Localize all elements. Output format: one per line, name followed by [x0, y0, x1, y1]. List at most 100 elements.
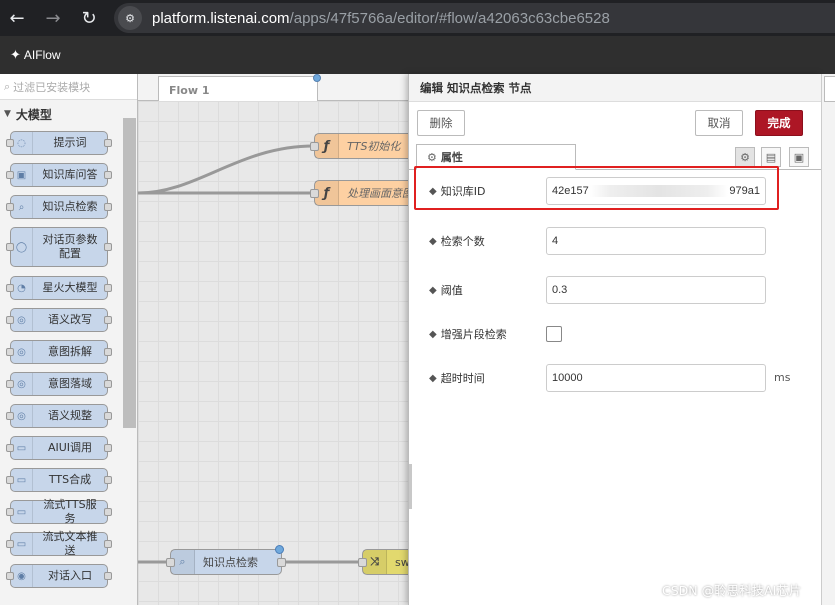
node-switch[interactable]: ⤨ sw [358, 549, 408, 575]
input-port [6, 316, 14, 324]
edit-tray: 编辑 知识点检索 节点 删除 取消 完成 ⚙ 属性 ⚙ ▤ ▣ ◆ 知识库ID 4… [408, 74, 821, 605]
palette-node-label: 语义改写 [48, 313, 92, 326]
wire-layer [138, 144, 360, 564]
normalize-icon: ◎ [11, 405, 33, 427]
palette-node[interactable]: ◎ 语义改写 [6, 308, 112, 332]
settings-tab-button[interactable]: ⚙ [735, 147, 755, 167]
output-port [104, 508, 112, 516]
gear-icon: ⚙ [427, 150, 437, 164]
node-palette: ⌕ 过滤已安装模块 ▼ 大模型 ◌ 提示词 ▣ 知识库问答 ⌕ 知识点检索 ◯ 对话页参数配置… [0, 74, 138, 605]
input-port[interactable] [310, 189, 319, 198]
workspace-tabbar: Flow 1 [138, 74, 408, 102]
palette-node[interactable]: ▭ TTS合成 [6, 468, 112, 492]
input-port [6, 572, 14, 580]
form-row-timeout: ◆ 超时时间 10000 ms [409, 364, 822, 392]
reload-icon[interactable]: ↻ [74, 3, 104, 33]
palette-node[interactable]: ◯ 对话页参数配置 [6, 227, 112, 267]
input-port [6, 203, 14, 211]
tab-flow-1[interactable]: Flow 1 [158, 74, 321, 102]
count-label: ◆ 检索个数 [429, 235, 485, 248]
palette-node[interactable]: ▭ AIUI调用 [6, 436, 112, 460]
tag-icon: ◆ [429, 235, 437, 247]
tag-icon: ◆ [429, 328, 437, 340]
form-row-threshold: ◆ 阈值 0.3 [409, 276, 822, 304]
intent-domain-icon: ◎ [11, 373, 33, 395]
sidebar-tab[interactable] [824, 76, 835, 102]
palette-node-label: 语义规整 [48, 409, 92, 422]
output-port [104, 476, 112, 484]
gear-icon: ⚙ [740, 150, 750, 164]
forward-icon[interactable]: → [38, 3, 68, 33]
output-port [104, 540, 112, 548]
palette-node[interactable]: ▣ 知识库问答 [6, 163, 112, 187]
palette-node[interactable]: ◎ 意图拆解 [6, 340, 112, 364]
palette-node[interactable]: ▭ 流式文本推送 [6, 530, 112, 557]
palette-search-input[interactable]: ⌕ 过滤已安装模块 [0, 74, 137, 100]
palette-node[interactable]: ◌ 提示词 [6, 131, 112, 155]
node-process-intent[interactable]: ƒ 处理画面意图 [310, 180, 408, 206]
search-icon: ⌕ [11, 196, 33, 218]
input-port [6, 139, 14, 147]
node-tts-init[interactable]: ƒ TTS初始化 [310, 133, 408, 159]
description-tab-button[interactable]: ▤ [761, 147, 781, 167]
highlight-box [414, 166, 779, 210]
enhance-checkbox[interactable] [546, 326, 562, 342]
qa-icon: ▣ [11, 164, 33, 186]
appearance-tab-button[interactable]: ▣ [789, 147, 809, 167]
workspace-canvas[interactable]: ƒ TTS初始化 ƒ 处理画面意图 ⌕ 知识点检索 ⤨ sw [138, 101, 408, 605]
input-port [6, 476, 14, 484]
address-bar[interactable]: ⚙ platform.listenai.com/apps/47f5766a/ed… [114, 3, 835, 33]
form-row-count: ◆ 检索个数 4 [409, 227, 822, 255]
node-knowledge-search[interactable]: ⌕ 知识点检索 [166, 545, 286, 575]
input-port [6, 284, 14, 292]
output-port [104, 139, 112, 147]
output-port [104, 284, 112, 292]
input-port [6, 444, 14, 452]
search-icon: ⌕ [4, 79, 11, 93]
input-port[interactable] [358, 558, 367, 567]
stream-text-icon: ▭ [11, 533, 33, 555]
back-icon[interactable]: ← [2, 3, 32, 33]
output-port [104, 243, 112, 251]
site-settings-icon[interactable]: ⚙ [118, 6, 142, 30]
input-port[interactable] [310, 142, 319, 151]
output-port [104, 412, 112, 420]
palette-scrollbar[interactable] [123, 118, 136, 428]
palette-node[interactable]: ◔ 星火大模型 [6, 276, 112, 300]
rewrite-icon: ◎ [11, 309, 33, 331]
palette-node[interactable]: ⌕ 知识点检索 [6, 195, 112, 219]
flow-workspace: Flow 1 ƒ TTS初始化 ƒ 处理画面意图 ⌕ 知识点检索 ⤨ sw [138, 74, 408, 605]
document-icon: ▤ [765, 150, 777, 164]
input-port[interactable] [166, 558, 175, 567]
tray-title: 编辑 知识点检索 节点 [409, 74, 821, 102]
cancel-button[interactable]: 取消 [695, 110, 743, 136]
output-port[interactable] [277, 558, 286, 567]
changed-indicator-icon [275, 545, 284, 554]
palette-node[interactable]: ◉ 对话入口 [6, 564, 112, 588]
palette-node-label: 对话入口 [48, 569, 92, 582]
tag-icon: ◆ [429, 372, 437, 384]
done-button[interactable]: 完成 [755, 110, 803, 136]
tray-resize-handle[interactable] [409, 464, 412, 509]
input-port [6, 243, 14, 251]
threshold-input[interactable]: 0.3 [546, 276, 766, 304]
palette-node-label: 知识点检索 [42, 200, 98, 213]
input-port [6, 540, 14, 548]
delete-button[interactable]: 删除 [417, 110, 465, 136]
sparkle-icon: ✦ [10, 47, 21, 62]
spark-icon: ◔ [11, 277, 33, 299]
palette-node-label: 流式文本推送 [42, 530, 98, 557]
palette-node-label: 意图拆解 [48, 345, 92, 358]
count-input[interactable]: 4 [546, 227, 766, 255]
palette-node[interactable]: ◎ 意图落域 [6, 372, 112, 396]
timeout-input[interactable]: 10000 [546, 364, 766, 392]
aiui-icon: ▭ [11, 437, 33, 459]
output-port [104, 380, 112, 388]
user-icon: ◯ [11, 228, 33, 266]
palette-node[interactable]: ▭ 流式TTS服务 [6, 498, 112, 525]
palette-node-label: 流式TTS服务 [43, 498, 97, 525]
sidebar-edge [821, 74, 835, 605]
palette-node[interactable]: ◎ 语义规整 [6, 404, 112, 428]
palette-category-header[interactable]: ▼ 大模型 [0, 100, 137, 128]
app-logo: ✦ AIFlow [10, 47, 61, 62]
